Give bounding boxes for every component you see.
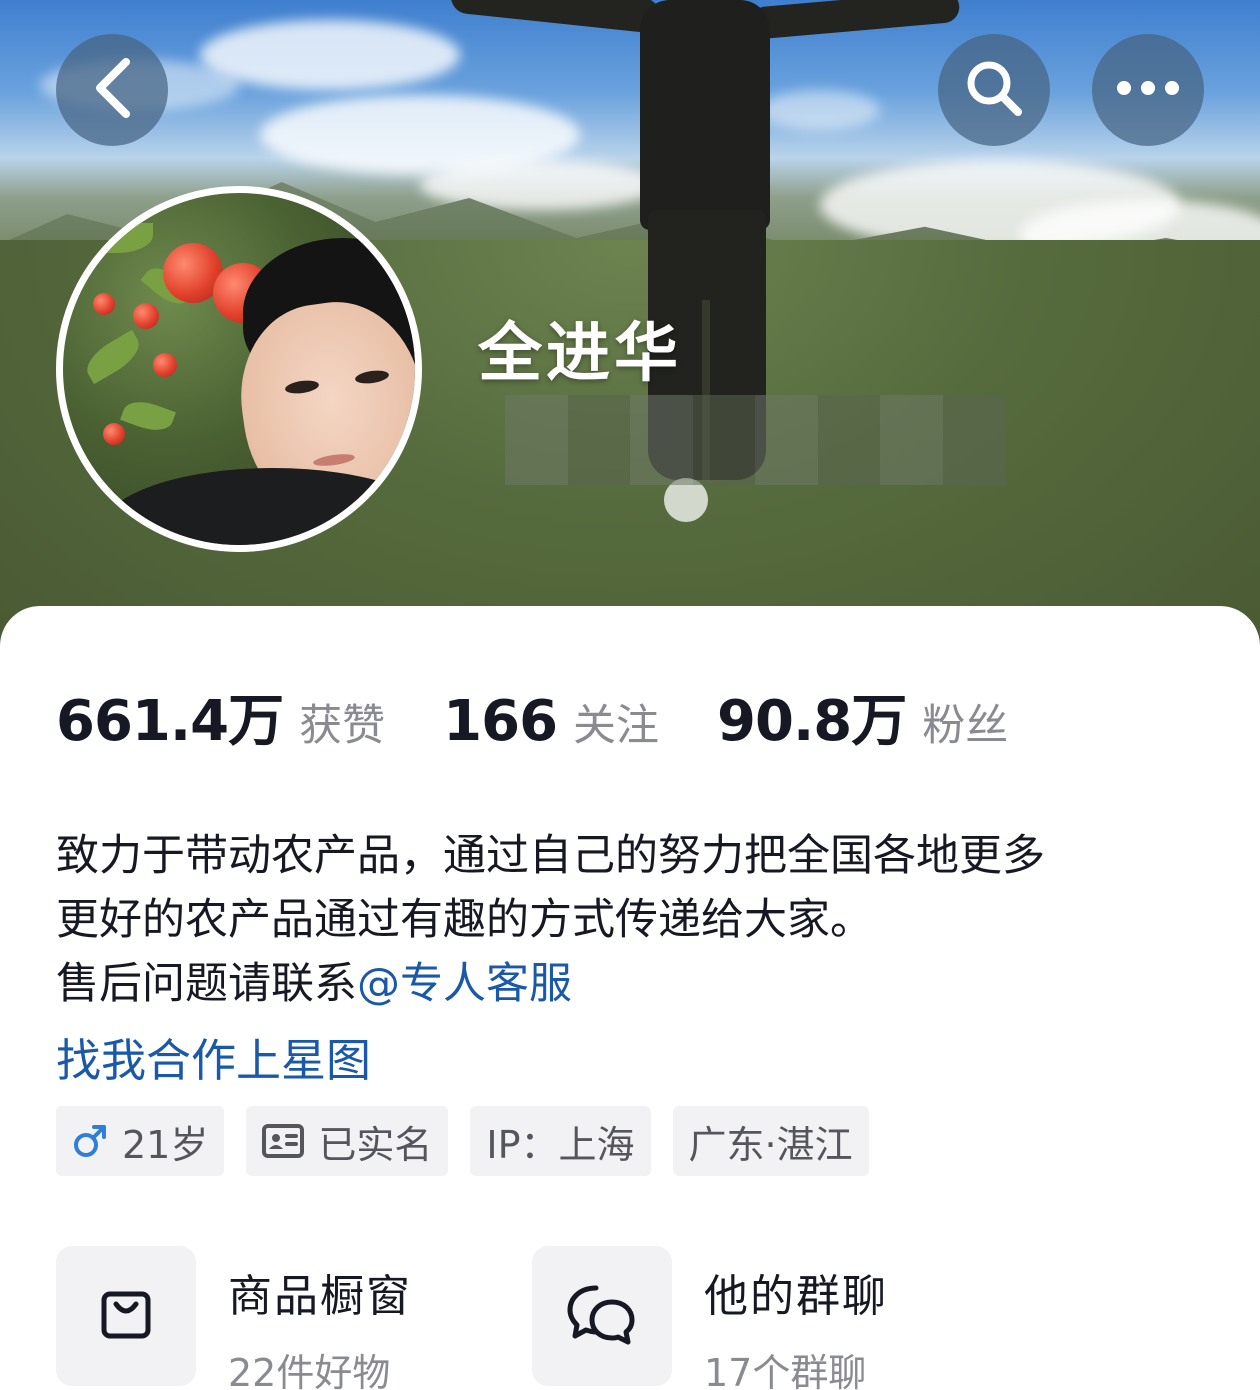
tag-location-text: 广东·湛江 [688,1122,853,1167]
customer-service-mention-link[interactable]: @专人客服 [357,959,572,1009]
stat-following-label: 关注 [573,701,660,751]
entry-product-window-icon-box [56,1246,196,1386]
stat-likes-value: 661.4万 [56,689,284,754]
stat-likes-label: 获赞 [299,701,386,751]
stat-following-value: 166 [443,689,558,754]
entry-product-window-sub: 22件好物 [228,1351,391,1390]
blurred-account-id [505,395,1005,485]
entry-group-chats-sub: 17个群聊 [704,1351,867,1390]
tag-age-text: 21岁 [122,1122,209,1167]
stat-likes[interactable]: 661.4万 获赞 [56,676,385,757]
profile-entries: 商品橱窗 22件好物 他的群聊 17个群聊 [56,1246,1008,1390]
stats-row: 661.4万 获赞 166 关注 90.8万 粉丝 [56,676,1066,757]
tag-location: 广东·湛江 [672,1106,869,1176]
stat-fans-label: 粉丝 [922,701,1009,751]
profile-bio: 致力于带动农产品，通过自己的努力把全国各地更多 更好的农产品通过有趣的方式传递给… [56,824,1206,1016]
search-icon [964,58,1024,122]
more-horizontal-icon [1116,80,1180,100]
id-card-icon [262,1124,305,1158]
profile-nickname: 全进华 [478,317,682,391]
chevron-left-icon [90,56,134,124]
back-button[interactable] [56,34,168,146]
tag-verified: 已实名 [246,1106,449,1176]
tag-ip: IP：上海 [470,1106,651,1176]
star-map-cooperation-link[interactable]: 找我合作上星图 [56,1024,371,1089]
tag-age: 21岁 [56,1106,225,1176]
stat-fans[interactable]: 90.8万 粉丝 [717,676,1008,757]
entry-group-chats[interactable]: 他的群聊 17个群聊 [532,1246,1008,1390]
bio-line-3: 售后问题请联系@专人客服 [56,952,1206,1016]
entry-group-chats-title: 他的群聊 [704,1271,888,1322]
stat-fans-value: 90.8万 [717,689,907,754]
shopping-bag-icon [98,1286,154,1346]
tag-ip-text: IP：上海 [486,1122,635,1167]
stat-following[interactable]: 166 关注 [443,689,659,754]
chat-bubbles-icon [566,1282,638,1350]
bio-line-1: 致力于带动农产品，通过自己的努力把全国各地更多 [56,831,1045,881]
entry-product-window[interactable]: 商品橱窗 22件好物 [56,1246,532,1390]
profile-tags: 21岁 已实名 IP：上海 广东·湛江 [56,1106,891,1176]
search-button[interactable] [938,34,1050,146]
entry-product-window-title: 商品橱窗 [228,1271,412,1322]
male-icon [72,1123,108,1159]
bio-line-2: 更好的农产品通过有趣的方式传递给大家。 [56,895,873,945]
entry-group-chats-icon-box [532,1246,672,1386]
tag-verified-text: 已实名 [318,1122,433,1167]
more-button[interactable] [1092,34,1204,146]
avatar[interactable] [56,186,422,552]
profile-info-sheet: 661.4万 获赞 166 关注 90.8万 粉丝 致力于带动农产品，通过自己的… [0,606,1260,1390]
bio-line-3-text: 售后问题请联系 [56,959,357,1009]
